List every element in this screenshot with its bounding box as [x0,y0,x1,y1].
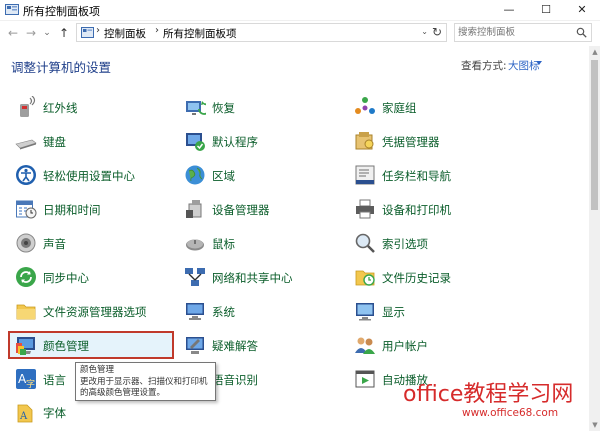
credential-manager-icon [355,132,374,150]
keyboard-icon [15,139,37,150]
minimize-button[interactable]: — [491,0,527,20]
cp-item-label: 鼠标 [212,237,235,251]
cp-item-label: 语音识别 [212,373,258,387]
cp-item-label: 设备和打印机 [382,203,451,217]
cp-item-label: 疑难解答 [212,339,258,353]
watermark-url: www.office68.com [462,407,559,419]
tooltip: 颜色管理 更改用于显示器、扫描仪和打印机的高级颜色管理设置。 [75,362,216,401]
page-heading: 调整计算机的设置 [11,60,112,75]
scroll-up-icon[interactable]: ▲ [590,48,600,56]
troubleshooting-icon [186,337,204,354]
folder-options-icon [16,304,36,320]
default-programs-icon [186,133,205,151]
cp-item-label: 日期和时间 [43,203,101,217]
breadcrumb-separator: › [155,25,159,36]
homegroup-icon [355,97,375,114]
recent-locations-button[interactable]: ⌄ [40,25,54,41]
up-button[interactable]: ↑ [57,25,71,41]
address-box[interactable]: › 控制面板 › 所有控制面板项 ⌄ ↻ [76,23,447,42]
user-accounts-icon [355,337,375,354]
cp-item-label: 系统 [212,305,235,319]
cp-item-label: 区域 [212,169,235,183]
address-bar-row: ← → ⌄ ↑ › 控制面板 › 所有控制面板项 ⌄ ↻ [0,21,600,45]
scrollbar-thumb[interactable] [591,60,598,210]
color-management-icon [16,337,35,355]
svg-text:字: 字 [26,378,35,390]
cp-item-label: 字体 [43,406,66,420]
svg-text:A: A [19,411,28,422]
view-by-dropdown[interactable]: 大图标 [508,58,540,73]
network-icon [185,268,205,286]
cp-item-label: 凭据管理器 [382,135,440,149]
chevron-down-icon[interactable] [536,61,542,65]
cp-item-label: 语言 [43,373,66,387]
maximize-button[interactable]: ☐ [528,0,564,20]
calendar-clock-icon [16,200,37,219]
chevron-down-icon[interactable]: ⌄ [421,27,428,36]
forward-button[interactable]: → [24,25,38,41]
watermark-text: office教程学习网 [403,382,574,407]
title-bar: 所有控制面板项 — ☐ ✕ [0,0,600,21]
cp-item-label: 显示 [382,305,405,319]
tooltip-description: 更改用于显示器、扫描仪和打印机的高级颜色管理设置。 [80,376,208,399]
search-icon[interactable] [576,27,587,38]
file-history-icon [355,270,375,286]
cp-item-label: 恢复 [212,101,235,115]
breadcrumb-all-items[interactable]: 所有控制面板项 [163,26,237,41]
region-globe-icon [185,165,205,185]
back-button[interactable]: ← [6,25,20,41]
window-title: 所有控制面板项 [23,5,100,18]
refresh-icon[interactable]: ↻ [432,25,442,39]
tooltip-title: 颜色管理 [80,365,115,375]
cp-item-label: 红外线 [43,101,78,115]
cp-item-label: 用户帐户 [382,339,428,353]
cp-item-label: 默认程序 [212,135,258,149]
infrared-icon [20,96,36,117]
cp-item-label: 家庭组 [382,101,417,115]
cp-item-label: 文件资源管理器选项 [43,305,147,319]
view-by-label: 查看方式: [461,60,507,72]
scroll-down-icon[interactable]: ▼ [590,421,600,429]
search-input[interactable] [458,25,573,40]
fonts-icon: A [17,404,33,423]
cp-item-label: 任务栏和导航 [382,169,451,183]
cp-item-label: 网络和共享中心 [212,271,293,285]
cp-item-label: 文件历史记录 [382,271,451,285]
sync-icon [16,267,36,287]
cp-item-label: 声音 [43,237,66,251]
ease-of-access-icon [16,165,36,185]
breadcrumb-control-panel[interactable]: 控制面板 [104,26,146,41]
system-monitor-icon [186,303,204,320]
printer-icon [356,199,374,219]
control-panel-icon [81,27,94,38]
indexing-magnifier-icon [355,233,375,253]
close-button[interactable]: ✕ [564,0,600,20]
cp-item-label: 轻松使用设置中心 [43,169,135,183]
display-icon [356,303,374,321]
breadcrumb-separator: › [96,25,100,36]
control-panel-icon [5,4,19,15]
cp-item-label: 索引选项 [382,237,428,251]
cp-item-label: 键盘 [43,135,66,149]
taskbar-icon [355,165,375,185]
search-box[interactable] [454,23,592,42]
cp-item-label: 设备管理器 [212,203,270,217]
speaker-icon [16,233,36,253]
recovery-icon [186,101,206,115]
cp-item-label: 颜色管理 [43,339,89,353]
autoplay-icon [355,370,375,388]
language-icon: A 字 [16,369,36,390]
device-manager-icon [186,200,202,218]
mouse-icon [186,239,204,251]
cp-item-label: 同步中心 [43,271,89,285]
